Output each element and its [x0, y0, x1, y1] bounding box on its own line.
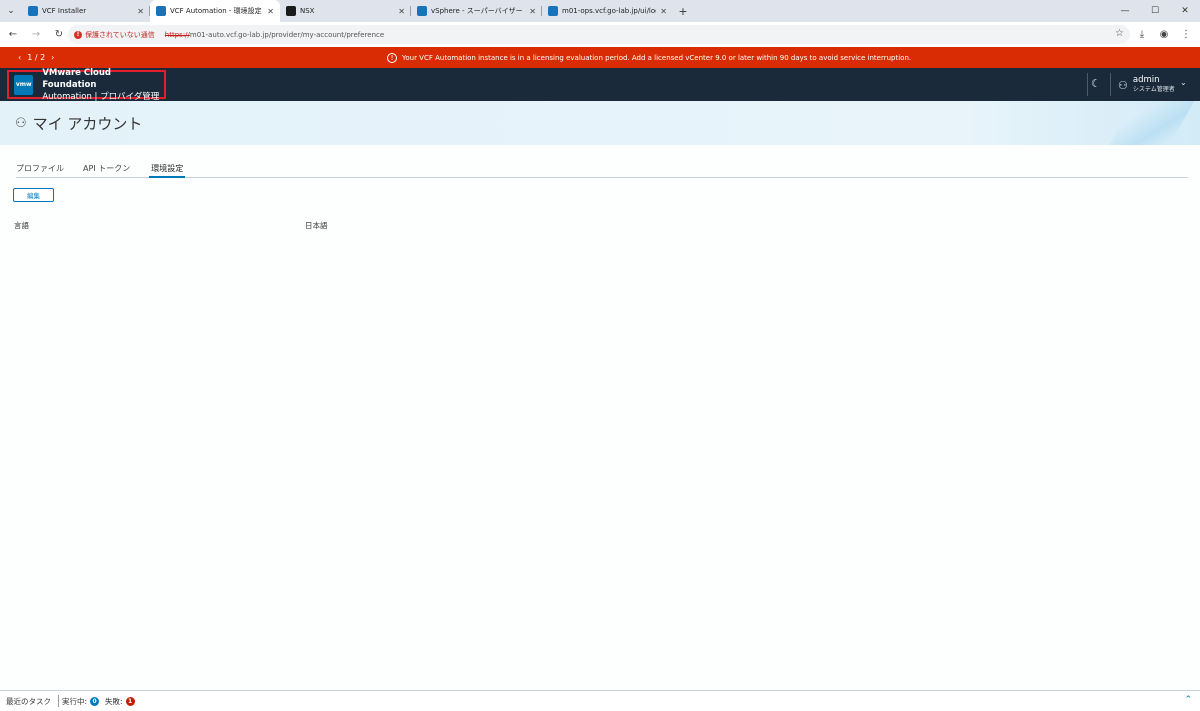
alert-icon: ! — [387, 52, 397, 63]
failed-count-badge: 1 — [125, 696, 135, 706]
expand-up-icon[interactable]: ⌃ — [1184, 695, 1192, 705]
recent-tasks-bar[interactable]: 最近のタスク 実行中: 0 失敗: 1 ⌃ — [0, 690, 1200, 711]
vsphere-favicon-icon — [417, 6, 427, 16]
edit-button[interactable]: 編集 — [13, 188, 54, 202]
download-icon[interactable]: ⤓ — [1134, 25, 1150, 43]
vcf-favicon-icon — [156, 6, 166, 16]
tab-profile[interactable]: プロファイル — [16, 162, 64, 178]
tab-title: NSX — [300, 7, 315, 15]
vmw-logo-icon: vmw — [14, 74, 34, 95]
language-label: 言語 — [14, 221, 29, 230]
back-icon[interactable]: ← — [3, 25, 23, 45]
user-name: admin — [1132, 75, 1160, 85]
user-icon: ⚇ — [15, 116, 27, 131]
failed-label: 失敗: — [105, 696, 123, 706]
tab-preferences[interactable]: 環境設定 — [149, 162, 186, 178]
profile-icon[interactable]: ◉ — [1156, 25, 1172, 43]
new-tab-button[interactable]: + — [675, 0, 691, 22]
address-bar-row: ← → ↻ ! 保護されていない通信 https://m01-auto.vcf.… — [0, 22, 1200, 47]
url-text[interactable]: https://m01-auto.vcf.go-lab.jp/provider/… — [165, 31, 384, 39]
browser-tab[interactable]: NSX ✕ — [280, 0, 411, 22]
forward-icon[interactable]: → — [26, 25, 46, 45]
browser-actions: ⤓ ◉ ⋮ — [1134, 25, 1194, 43]
dark-mode-moon-icon[interactable]: ☾ — [1091, 77, 1101, 90]
user-menu[interactable]: ⚇ admin システム管理者 ⌄ — [1118, 75, 1187, 94]
tab-title: VCF Installer — [42, 7, 87, 15]
browser-tab-strip: ⌄ VCF Installer ✕ VCF Automation - 環境設定 … — [0, 0, 1200, 22]
product-title: VMware Cloud Foundation — [42, 67, 112, 90]
tab-title: vSphere - スーパーバイザー — [431, 7, 523, 15]
browser-tab[interactable]: vSphere - スーパーバイザー ✕ — [411, 0, 542, 22]
reload-icon[interactable]: ↻ — [49, 25, 69, 45]
close-icon[interactable]: ✕ — [529, 7, 536, 16]
user-icon: ⚇ — [1118, 78, 1128, 92]
divider — [58, 695, 59, 707]
tab-title: m01-ops.vcf.go-lab.jp/ui/login.a — [562, 7, 656, 15]
running-count-badge: 0 — [90, 696, 100, 706]
page-title-band: ⚇ マイ アカウント — [0, 101, 1200, 145]
security-label: 保護されていない通信 — [85, 30, 155, 39]
tab-search-icon[interactable]: ⌄ — [0, 0, 22, 22]
browser-tab[interactable]: VCF Installer ✕ — [22, 0, 150, 22]
page-title: ⚇ マイ アカウント — [15, 113, 142, 134]
browser-menu-icon[interactable]: ⋮ — [1178, 25, 1194, 43]
header-divider — [1087, 73, 1088, 96]
security-indicator[interactable]: ! 保護されていない通信 — [74, 30, 155, 40]
app-header: vmw VMware Cloud Foundation Automation |… — [0, 67, 1200, 102]
nsx-favicon-icon — [286, 6, 296, 16]
user-role: システム管理者 — [1132, 86, 1175, 93]
pager-text: 1 / 2 — [27, 53, 46, 62]
vcf-favicon-icon — [28, 6, 38, 16]
page-title-text: マイ アカウント — [32, 115, 143, 133]
close-window-icon[interactable]: ✕ — [1170, 0, 1200, 22]
browser-tab[interactable]: m01-ops.vcf.go-lab.jp/ui/login.a ✕ — [542, 0, 673, 22]
close-icon[interactable]: ✕ — [398, 7, 405, 16]
language-value: 日本語 — [305, 221, 328, 230]
account-tabs: プロファイル API トークン 環境設定 — [16, 162, 1188, 178]
browser-tab-active[interactable]: VCF Automation - 環境設定 ✕ — [150, 0, 280, 22]
close-icon[interactable]: ✕ — [137, 7, 144, 16]
url-bar[interactable]: ! 保護されていない通信 https://m01-auto.vcf.go-lab… — [68, 25, 1130, 44]
banner-text: Your VCF Automation instance is in a lic… — [402, 53, 912, 62]
banner-pager: ‹ 1 / 2 › — [18, 53, 54, 62]
window-controls: — ☐ ✕ — [1110, 0, 1200, 22]
maximize-icon[interactable]: ☐ — [1140, 0, 1170, 22]
tab-api-tokens[interactable]: API トークン — [83, 162, 130, 178]
tab-title: VCF Automation - 環境設定 — [170, 7, 262, 15]
ops-favicon-icon — [548, 6, 558, 16]
chevron-left-icon[interactable]: ‹ — [18, 53, 21, 62]
chevron-right-icon[interactable]: › — [51, 53, 54, 62]
close-icon[interactable]: ✕ — [267, 7, 274, 16]
header-divider — [1110, 73, 1111, 96]
chevron-down-icon: ⌄ — [1180, 78, 1187, 87]
close-icon[interactable]: ✕ — [660, 7, 667, 16]
minimize-icon[interactable]: — — [1110, 0, 1140, 22]
product-brand[interactable]: vmw VMware Cloud Foundation Automation |… — [7, 67, 166, 102]
content-area — [0, 145, 1200, 691]
recent-tasks-title[interactable]: 最近のタスク — [6, 696, 51, 707]
bookmark-star-icon[interactable]: ☆ — [1115, 28, 1124, 39]
warning-icon: ! — [74, 30, 82, 39]
running-label: 実行中: — [62, 696, 88, 706]
license-banner: ‹ 1 / 2 › ! Your VCF Automation instance… — [0, 47, 1200, 68]
banner-message: ! Your VCF Automation instance is in a l… — [387, 47, 911, 68]
